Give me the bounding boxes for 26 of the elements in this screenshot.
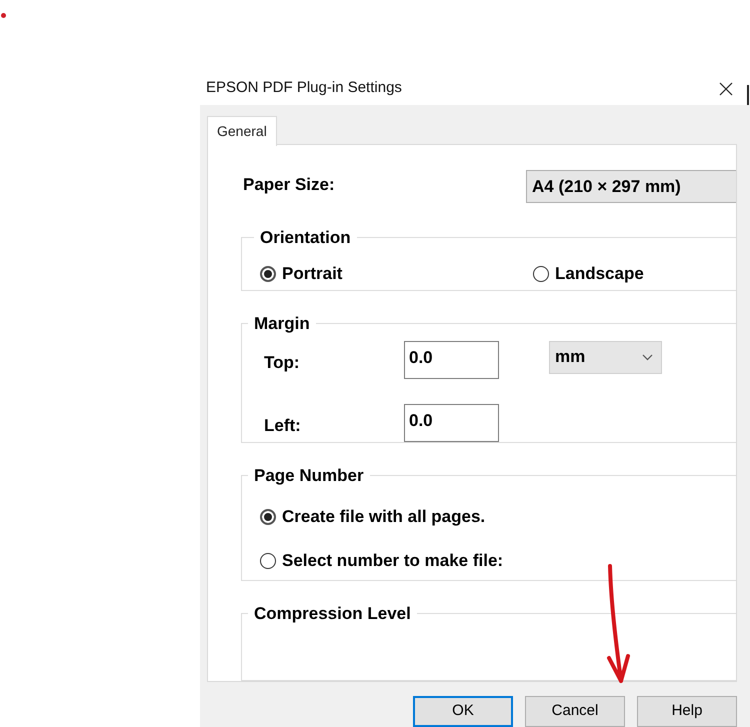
field-label: Top: bbox=[264, 352, 301, 374]
dialog-button[interactable]: OK bbox=[413, 696, 513, 727]
paper-size-field[interactable]: A4 (210 × 297 mm) bbox=[526, 170, 736, 203]
input-field[interactable]: 0.0 bbox=[404, 340, 499, 379]
dialog-button[interactable]: Help bbox=[637, 696, 737, 727]
group-title: Compression Level bbox=[253, 603, 412, 625]
tab[interactable]: General bbox=[207, 116, 277, 146]
radio-button[interactable] bbox=[260, 553, 276, 570]
group-title: Margin bbox=[253, 313, 311, 336]
dialog-button[interactable]: Cancel bbox=[525, 696, 625, 727]
group-title: Orientation bbox=[259, 227, 352, 249]
field-label: Paper Size: bbox=[243, 174, 335, 196]
unit-dropdown[interactable]: mm bbox=[549, 340, 662, 374]
close-icon[interactable] bbox=[719, 82, 733, 96]
radio-label[interactable]: Select number to make file: bbox=[282, 548, 504, 574]
radio-label[interactable]: Landscape bbox=[555, 260, 644, 286]
field-label: Left: bbox=[264, 414, 302, 437]
group-title: Page Number bbox=[253, 464, 365, 487]
window-title: EPSON PDF Plug-in Settings bbox=[206, 78, 402, 98]
chevron-down-icon bbox=[642, 354, 653, 361]
radio-label[interactable]: Create file with all pages. bbox=[282, 504, 486, 530]
input-field[interactable]: 0.0 bbox=[404, 404, 499, 442]
radio-label[interactable]: Portrait bbox=[282, 260, 342, 286]
radio-button[interactable] bbox=[260, 509, 276, 526]
radio-button[interactable] bbox=[260, 266, 276, 282]
radio-button[interactable] bbox=[533, 266, 549, 282]
